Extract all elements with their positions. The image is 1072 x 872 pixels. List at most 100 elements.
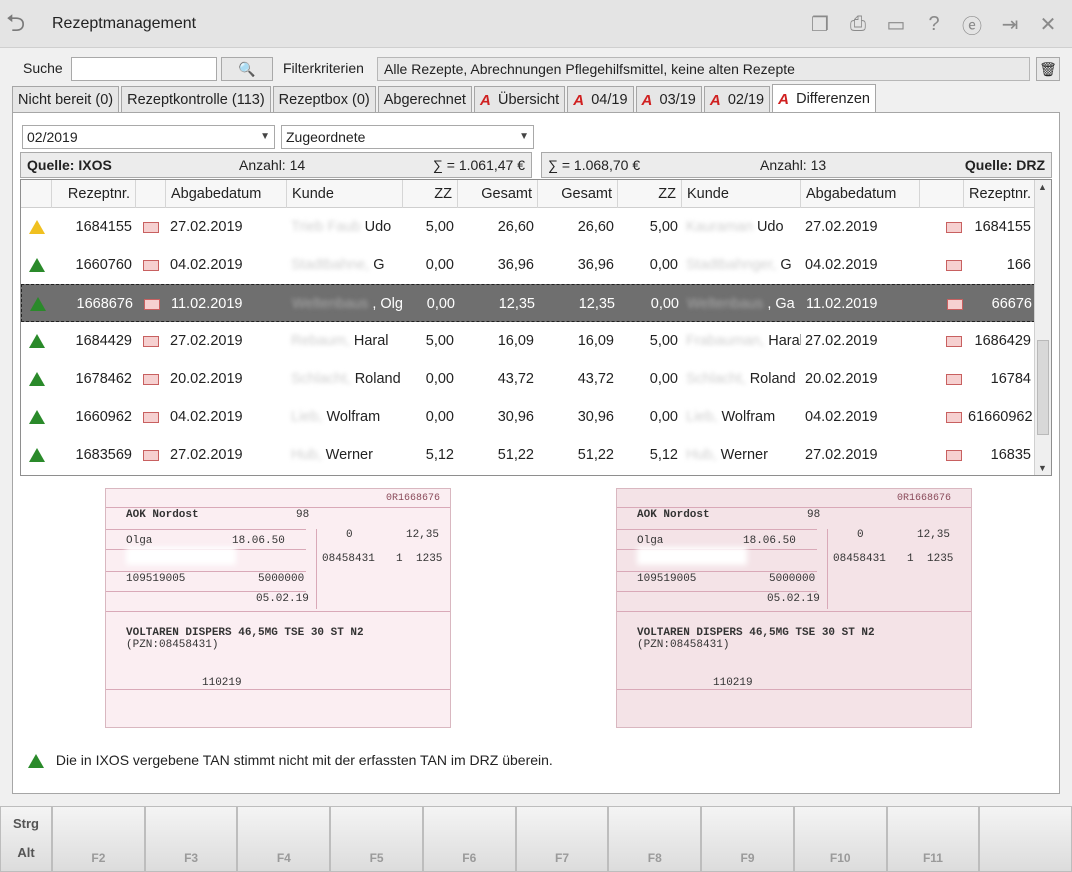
prescription-scan-icon[interactable] bbox=[946, 259, 962, 271]
scan-text-id: 109519005 bbox=[126, 573, 186, 585]
col-gesamt-drz[interactable]: Gesamt bbox=[538, 180, 618, 208]
export-icon[interactable]: ⇥ bbox=[996, 10, 1024, 38]
col-rezeptnr-drz[interactable]: Rezeptnr. bbox=[964, 180, 1035, 208]
function-key-f3[interactable]: F3 bbox=[144, 806, 238, 872]
tab-03-19[interactable]: A 03/19 bbox=[635, 86, 702, 113]
col-kunde-drz[interactable]: Kunde bbox=[682, 180, 801, 208]
rezept-app-icon: A bbox=[778, 90, 789, 108]
function-key-label: F9 bbox=[740, 851, 755, 865]
table-row[interactable]: 1660962 04.02.2019 Lieb, Wolfram 0,00 30,96 3… bbox=[21, 398, 1035, 436]
table-row[interactable]: 1660760 04.02.2019 Stadtbahne, G 0,00 36,96 3… bbox=[21, 246, 1035, 284]
function-key-f4[interactable]: F4 bbox=[237, 806, 331, 872]
tab-rezeptkontrolle-113[interactable]: Rezeptkontrolle (113) bbox=[121, 86, 271, 113]
col-gesamt[interactable]: Gesamt bbox=[458, 180, 538, 208]
col-zz-drz[interactable]: ZZ bbox=[618, 180, 682, 208]
prescription-scan-icon[interactable] bbox=[946, 373, 962, 385]
tab-02-19[interactable]: A 02/19 bbox=[703, 86, 771, 113]
prescription-scan-icon[interactable] bbox=[143, 259, 159, 271]
col-kunde[interactable]: Kunde bbox=[287, 180, 403, 208]
function-key-f11[interactable]: F11 bbox=[886, 806, 980, 872]
cell-date2: 27.02.2019 bbox=[805, 333, 878, 349]
scan-text-stamp: 110219 bbox=[202, 677, 242, 689]
tab-04-19[interactable]: A 04/19 bbox=[567, 86, 634, 113]
assignment-value: Zugeordnete bbox=[286, 129, 366, 145]
function-key-f6[interactable]: F6 bbox=[422, 806, 516, 872]
prescription-scan-icon[interactable] bbox=[946, 411, 962, 423]
search-button[interactable]: 🔍 bbox=[221, 57, 273, 81]
function-key-f5[interactable]: F5 bbox=[330, 806, 423, 872]
prescription-scan-icon[interactable] bbox=[947, 298, 963, 310]
function-key-f9[interactable]: F9 bbox=[701, 806, 794, 872]
ixos-prescription-scan[interactable]: 0R1668676 AOK Nordost 98 Olga 18.06.50 0 12,35… bbox=[105, 488, 451, 728]
function-key-empty[interactable] bbox=[979, 806, 1072, 872]
print-icon[interactable]: ⎙ bbox=[844, 10, 872, 38]
tab-differenzen[interactable]: A Differenzen bbox=[772, 84, 876, 113]
col-rezeptnr[interactable]: Rezeptnr. bbox=[52, 180, 136, 208]
status-cell bbox=[21, 246, 52, 284]
prescription-scan-icon[interactable] bbox=[143, 411, 159, 423]
filter-criteria-field[interactable]: Alle Rezepte, Abrechnungen Pflegehilfsmi… bbox=[377, 57, 1030, 81]
col-zz[interactable]: ZZ bbox=[403, 180, 458, 208]
col-abgabedatum[interactable]: Abgabedatum bbox=[166, 180, 287, 208]
function-key-f10[interactable]: F10 bbox=[793, 806, 887, 872]
search-input[interactable] bbox=[71, 57, 217, 81]
scan-text-date: 05.02.19 bbox=[256, 593, 309, 605]
assignment-select[interactable]: Zugeordnete ▼ bbox=[281, 125, 534, 149]
trash-icon: 🗑 bbox=[1039, 61, 1057, 77]
chevron-down-icon: ▼ bbox=[519, 131, 529, 142]
prescription-scan-icon[interactable] bbox=[143, 335, 159, 347]
tab-nicht-bereit-0[interactable]: Nicht bereit (0) bbox=[12, 86, 120, 113]
rezept-app-icon: A bbox=[709, 91, 721, 109]
e-info-icon[interactable]: ⓔ bbox=[958, 10, 986, 38]
table-row[interactable]: 1684429 27.02.2019 Rebaum, Haral 5,00 16,09 1… bbox=[21, 322, 1035, 360]
scan-cell bbox=[920, 436, 964, 474]
table-row[interactable]: 1668676 11.02.2019 Weltenbaus , Olg 0,00 12,… bbox=[21, 284, 1035, 322]
prescription-scan-icon[interactable] bbox=[143, 221, 159, 233]
prescription-scan-icon[interactable] bbox=[946, 221, 962, 233]
customer-lastname-redacted: Weltenbaus bbox=[292, 296, 369, 312]
scroll-down-icon[interactable]: ▼ bbox=[1038, 463, 1047, 473]
copy-icon[interactable]: ❐ bbox=[806, 10, 834, 38]
prescription-scan-icon[interactable] bbox=[143, 449, 159, 461]
strg-label: Strg bbox=[13, 816, 39, 831]
cell-gesamt2: 12,35 bbox=[578, 296, 615, 312]
modifier-key-panel[interactable]: Strg Alt bbox=[0, 806, 52, 872]
help-icon[interactable]: ? bbox=[920, 10, 948, 38]
function-key-f7[interactable]: F7 bbox=[515, 806, 609, 872]
close-icon[interactable]: ✕ bbox=[1034, 10, 1062, 38]
prescription-scan-icon[interactable] bbox=[143, 373, 159, 385]
delete-filter-button[interactable]: 🗑 bbox=[1036, 57, 1060, 81]
cell-gesamt2: 43,72 bbox=[577, 371, 614, 387]
cell-nr: 1684155 bbox=[75, 219, 132, 235]
customer-firstname: Udo bbox=[364, 219, 392, 235]
search-label: Suche bbox=[23, 60, 63, 76]
monitor-icon[interactable]: ▭ bbox=[882, 10, 910, 38]
title-bar: ⮌ Rezeptmanagement ❐ ⎙ ▭ ? ⓔ ⇥ ✕ bbox=[0, 0, 1072, 48]
col-abgabedatum-drz[interactable]: Abgabedatum bbox=[801, 180, 920, 208]
drz-prescription-scan[interactable]: 0R1668676 AOK Nordost 98 Olga 18.06.50 0 12,35… bbox=[616, 488, 972, 728]
scrollbar-thumb[interactable] bbox=[1037, 340, 1049, 435]
tab-abgerechnet[interactable]: Abgerechnet bbox=[377, 86, 472, 113]
function-key-f2[interactable]: F2 bbox=[52, 806, 145, 872]
tab-rezeptbox-0[interactable]: Rezeptbox (0) bbox=[272, 86, 376, 113]
scroll-up-icon[interactable]: ▲ bbox=[1038, 182, 1047, 192]
prescription-scan-icon[interactable] bbox=[144, 298, 160, 310]
period-select[interactable]: 02/2019 ▼ bbox=[22, 125, 275, 149]
col-scan bbox=[136, 180, 166, 208]
function-key-f8[interactable]: F8 bbox=[608, 806, 702, 872]
tab-übersicht[interactable]: A Übersicht bbox=[473, 86, 566, 113]
customer-lastname-redacted: Hub, bbox=[686, 447, 717, 463]
table-row[interactable]: 1678462 20.02.2019 Schlacht, Roland 0,00 43,… bbox=[21, 360, 1035, 398]
prescription-scan-icon[interactable] bbox=[946, 449, 962, 461]
cell-nr: 1660962 bbox=[75, 409, 132, 425]
scan-text-drug: VOLTAREN DISPERS 46,5MG TSE 30 ST N2 bbox=[126, 627, 364, 639]
customer-firstname: Udo bbox=[756, 219, 784, 235]
vertical-scrollbar[interactable]: ▲ ▼ bbox=[1034, 180, 1051, 475]
back-arrow-icon[interactable]: ⮌ bbox=[6, 12, 36, 36]
table-row[interactable]: 1684155 27.02.2019 Trieb Faub Udo 5,00 26,60… bbox=[21, 208, 1035, 246]
warning-triangle-icon bbox=[28, 754, 44, 769]
prescription-scan-icon[interactable] bbox=[946, 335, 962, 347]
cell-zz: 5,00 bbox=[425, 219, 454, 235]
table-row[interactable]: 1683569 27.02.2019 Hub, Werner 5,12 51,22 51,… bbox=[21, 436, 1035, 474]
cell-gesamt: 16,09 bbox=[497, 333, 534, 349]
